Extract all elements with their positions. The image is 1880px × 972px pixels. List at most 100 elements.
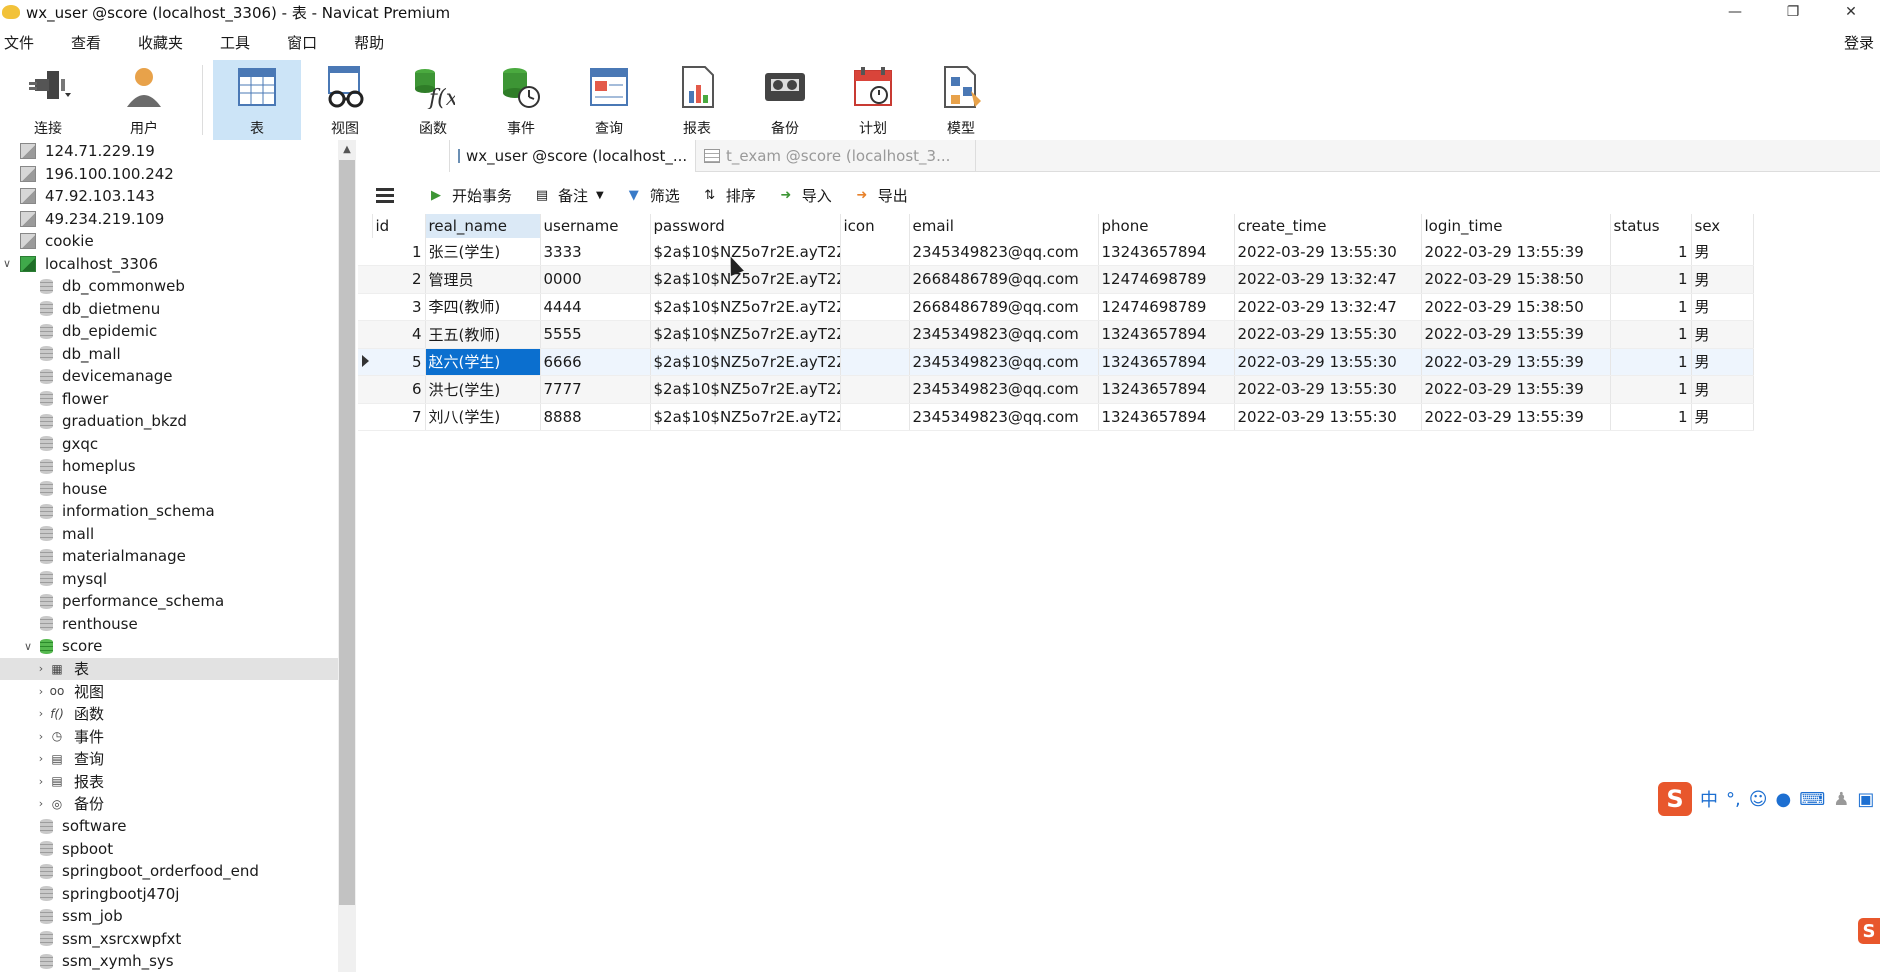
cell-status[interactable]: 1 xyxy=(1610,348,1692,376)
cell-password[interactable]: $2a$10$NZ5o7r2E.ayT2Zc xyxy=(650,238,841,266)
cell-sex[interactable]: 男 xyxy=(1691,403,1754,431)
cell-create-time[interactable]: 2022-03-29 13:32:47 xyxy=(1234,265,1422,294)
cell-username[interactable]: 6666 xyxy=(540,348,651,376)
col-header-status[interactable]: status xyxy=(1610,214,1692,238)
cell-phone[interactable]: 13243657894 xyxy=(1098,375,1235,404)
col-header-real-name[interactable]: real_name xyxy=(425,214,541,238)
cell-phone[interactable]: 13243657894 xyxy=(1098,320,1235,349)
chevron-down-icon[interactable]: ∨ xyxy=(0,257,14,270)
cell-id[interactable]: 5 xyxy=(372,348,426,376)
cell-password[interactable]: $2a$10$NZ5o7r2E.ayT2Zc xyxy=(650,293,841,321)
table-row[interactable]: 3 李四(教师) 4444 $2a$10$NZ5o7r2E.ayT2Zc 266… xyxy=(358,293,1754,321)
cell-real-name[interactable]: 刘八(学生) xyxy=(425,403,541,431)
cell-email[interactable]: 2345349823@qq.com xyxy=(909,375,1099,404)
tree-database[interactable]: performance_schema xyxy=(0,590,338,613)
toolbar-user-button[interactable]: 用户 xyxy=(96,60,192,140)
tree-connection[interactable]: 124.71.229.19 xyxy=(0,140,338,163)
row-indicator[interactable] xyxy=(358,293,372,321)
cell-create-time[interactable]: 2022-03-29 13:55:30 xyxy=(1234,348,1422,376)
chevron-down-icon[interactable]: ∨ xyxy=(16,640,40,653)
table-row[interactable]: 6 洪七(学生) 7777 $2a$10$NZ5o7r2E.ayT2Zc 234… xyxy=(358,375,1754,404)
cell-phone[interactable]: 13243657894 xyxy=(1098,403,1235,431)
tree-database[interactable]: spboot xyxy=(0,838,338,861)
cell-username[interactable]: 0000 xyxy=(540,265,651,294)
login-link[interactable]: 登录 xyxy=(1844,32,1874,53)
cell-sex[interactable]: 男 xyxy=(1691,320,1754,349)
toolbar-function-button[interactable]: f(x) 函数 xyxy=(389,60,477,140)
tree-database[interactable]: springboot_orderfood_end xyxy=(0,860,338,883)
cell-real-name[interactable]: 王五(教师) xyxy=(425,320,541,349)
tree-database[interactable]: house xyxy=(0,478,338,501)
cell-status[interactable]: 1 xyxy=(1610,320,1692,349)
tree-score-tables[interactable]: › ▦ 表 xyxy=(0,657,338,680)
tree-connection-localhost[interactable]: ∨ localhost_3306 xyxy=(0,253,338,276)
cell-icon[interactable] xyxy=(840,320,910,349)
tree-database[interactable]: mysql xyxy=(0,568,338,591)
microphone-icon[interactable]: ● xyxy=(1776,789,1792,810)
tab-wx-user[interactable]: wx_user @score (localhost_... xyxy=(450,140,696,172)
tree-database[interactable]: materialmanage xyxy=(0,545,338,568)
import-button[interactable]: ➜ 导入 xyxy=(778,185,831,206)
cell-password[interactable]: $2a$10$NZ5o7r2E.ayT2Zc xyxy=(650,320,841,349)
emoji-icon[interactable]: ☺ xyxy=(1749,789,1768,810)
cell-id[interactable]: 4 xyxy=(372,320,426,349)
cell-phone[interactable]: 12474698789 xyxy=(1098,293,1235,321)
tree-score-reports[interactable]: › ▤ 报表 xyxy=(0,770,338,793)
tree-database[interactable]: flower xyxy=(0,388,338,411)
skin-icon[interactable]: ▣ xyxy=(1857,789,1874,810)
tree-database[interactable]: ssm_xymh_sys xyxy=(0,950,338,972)
tree-database[interactable]: ssm_job xyxy=(0,905,338,928)
toolbar-query-button[interactable]: 查询 xyxy=(565,60,653,140)
toolbar-view-button[interactable]: 视图 xyxy=(301,60,389,140)
col-header-phone[interactable]: phone xyxy=(1098,214,1235,238)
cell-username[interactable]: 7777 xyxy=(540,375,651,404)
tree-database[interactable]: renthouse xyxy=(0,613,338,636)
cell-login-time[interactable]: 2022-03-29 13:55:39 xyxy=(1421,320,1611,349)
col-header-login-time[interactable]: login_time xyxy=(1421,214,1611,238)
table-row[interactable]: 7 刘八(学生) 8888 $2a$10$NZ5o7r2E.ayT2Zc 234… xyxy=(358,403,1754,431)
tree-score-functions[interactable]: › f() 函数 xyxy=(0,703,338,726)
tree-database[interactable]: software xyxy=(0,815,338,838)
cell-email[interactable]: 2345349823@qq.com xyxy=(909,320,1099,349)
cell-password[interactable]: $2a$10$NZ5o7r2E.ayT2Zc xyxy=(650,348,841,376)
export-button[interactable]: ➜ 导出 xyxy=(854,185,907,206)
tree-score-views[interactable]: › oo 视图 xyxy=(0,680,338,703)
tree-score-backups[interactable]: › ◎ 备份 xyxy=(0,793,338,816)
cell-id[interactable]: 2 xyxy=(372,265,426,294)
menu-favorites[interactable]: 收藏夹 xyxy=(134,32,196,53)
tree-database[interactable]: db_epidemic xyxy=(0,320,338,343)
col-header-username[interactable]: username xyxy=(540,214,651,238)
menu-window[interactable]: 窗口 xyxy=(283,32,330,53)
cell-create-time[interactable]: 2022-03-29 13:55:30 xyxy=(1234,320,1422,349)
cell-sex[interactable]: 男 xyxy=(1691,265,1754,294)
cell-login-time[interactable]: 2022-03-29 15:38:50 xyxy=(1421,293,1611,321)
tree-database[interactable]: information_schema xyxy=(0,500,338,523)
chevron-right-icon[interactable]: › xyxy=(34,775,48,788)
row-indicator[interactable] xyxy=(358,265,372,294)
tree-database[interactable]: ssm_xsrcxwpfxt xyxy=(0,928,338,951)
chevron-right-icon[interactable]: › xyxy=(34,685,48,698)
cell-create-time[interactable]: 2022-03-29 13:55:30 xyxy=(1234,403,1422,431)
cell-email[interactable]: 2345349823@qq.com xyxy=(909,403,1099,431)
sidebar-scrollbar[interactable]: ▲ xyxy=(338,140,356,972)
menu-file[interactable]: 文件 xyxy=(0,32,47,53)
cell-icon[interactable] xyxy=(840,403,910,431)
chevron-right-icon[interactable]: › xyxy=(34,707,48,720)
menu-view[interactable]: 查看 xyxy=(67,32,114,53)
cell-login-time[interactable]: 2022-03-29 13:55:39 xyxy=(1421,348,1611,376)
cell-sex[interactable]: 男 xyxy=(1691,238,1754,266)
begin-transaction-button[interactable]: ▶ 开始事务 xyxy=(428,185,512,206)
cell-username[interactable]: 5555 xyxy=(540,320,651,349)
cell-phone[interactable]: 12474698789 xyxy=(1098,265,1235,294)
cell-icon[interactable] xyxy=(840,293,910,321)
cell-password[interactable]: $2a$10$NZ5o7r2E.ayT2Zc xyxy=(650,375,841,404)
row-indicator[interactable] xyxy=(358,320,372,349)
user-icon[interactable]: ♟ xyxy=(1833,789,1849,810)
filter-button[interactable]: ▼ 筛选 xyxy=(626,185,680,206)
tree-score-events[interactable]: › ◷ 事件 xyxy=(0,725,338,748)
chevron-right-icon[interactable]: › xyxy=(34,797,48,810)
menu-help[interactable]: 帮助 xyxy=(350,32,397,53)
chevron-right-icon[interactable]: › xyxy=(34,662,48,675)
cell-real-name[interactable]: 洪七(学生) xyxy=(425,375,541,404)
table-row-current[interactable]: 5 赵六(学生) 6666 $2a$10$NZ5o7r2E.ayT2Zc 234… xyxy=(358,348,1754,376)
